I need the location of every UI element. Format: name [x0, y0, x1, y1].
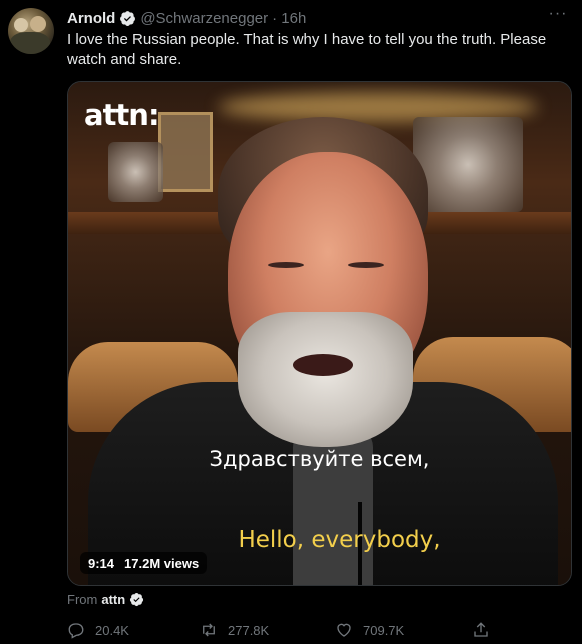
crystal-decor: [108, 142, 163, 202]
retweet-count: 277.8K: [228, 622, 270, 638]
retweet-button[interactable]: 277.8K: [200, 620, 269, 640]
subtitle-english: Hello, everybody,: [238, 527, 441, 553]
timestamp[interactable]: · 16h: [272, 10, 306, 27]
like-icon: [337, 623, 351, 637]
verified-badge-icon: [130, 592, 144, 606]
video-player[interactable]: attn: Здравствуйте всем, Hello, everybod…: [67, 81, 572, 586]
tweet-actions: 20.4K 277.8K 709.7K: [67, 620, 572, 640]
crystal-decor: [413, 117, 523, 212]
avatar-figure: [14, 18, 28, 32]
avatar-figure: [30, 16, 46, 32]
reply-count: 20.4K: [95, 622, 129, 638]
beard: [238, 312, 413, 447]
avatar-figure: [10, 32, 50, 54]
share-button[interactable]: [472, 620, 490, 640]
attn-logo: attn:: [84, 98, 160, 132]
tweet-header: Arnold @Schwarzenegger · 16h: [67, 8, 306, 28]
source-name[interactable]: attn: [101, 592, 125, 607]
like-button[interactable]: 709.7K: [335, 620, 404, 640]
author-name[interactable]: Arnold: [67, 10, 115, 27]
media-source: From attn: [67, 590, 144, 608]
author-handle[interactable]: @Schwarzenegger: [140, 10, 268, 27]
eye: [268, 262, 304, 268]
mouth: [293, 354, 353, 376]
like-count: 709.7K: [363, 622, 405, 638]
video-info-pill: 9:14 17.2M views: [80, 552, 208, 574]
photo-frame: [158, 112, 213, 192]
source-prefix: From: [67, 591, 98, 607]
subtitle-russian: Здравствуйте всем,: [209, 447, 430, 471]
video-frame: [68, 82, 571, 585]
reply-button[interactable]: 20.4K: [67, 620, 129, 640]
video-views: 17.2M views: [124, 555, 200, 571]
verified-badge-icon: [120, 10, 136, 26]
tweet-text: I love the Russian people. That is why I…: [67, 31, 547, 68]
share-icon: [474, 622, 488, 637]
avatar[interactable]: [8, 8, 54, 54]
retweet-icon: [203, 623, 215, 637]
tweet[interactable]: Arnold @Schwarzenegger · 16h ··· I love …: [0, 0, 582, 644]
eye: [348, 262, 384, 268]
video-duration: 9:14: [88, 555, 115, 571]
more-icon[interactable]: ···: [548, 6, 568, 26]
reply-icon: [68, 623, 84, 639]
